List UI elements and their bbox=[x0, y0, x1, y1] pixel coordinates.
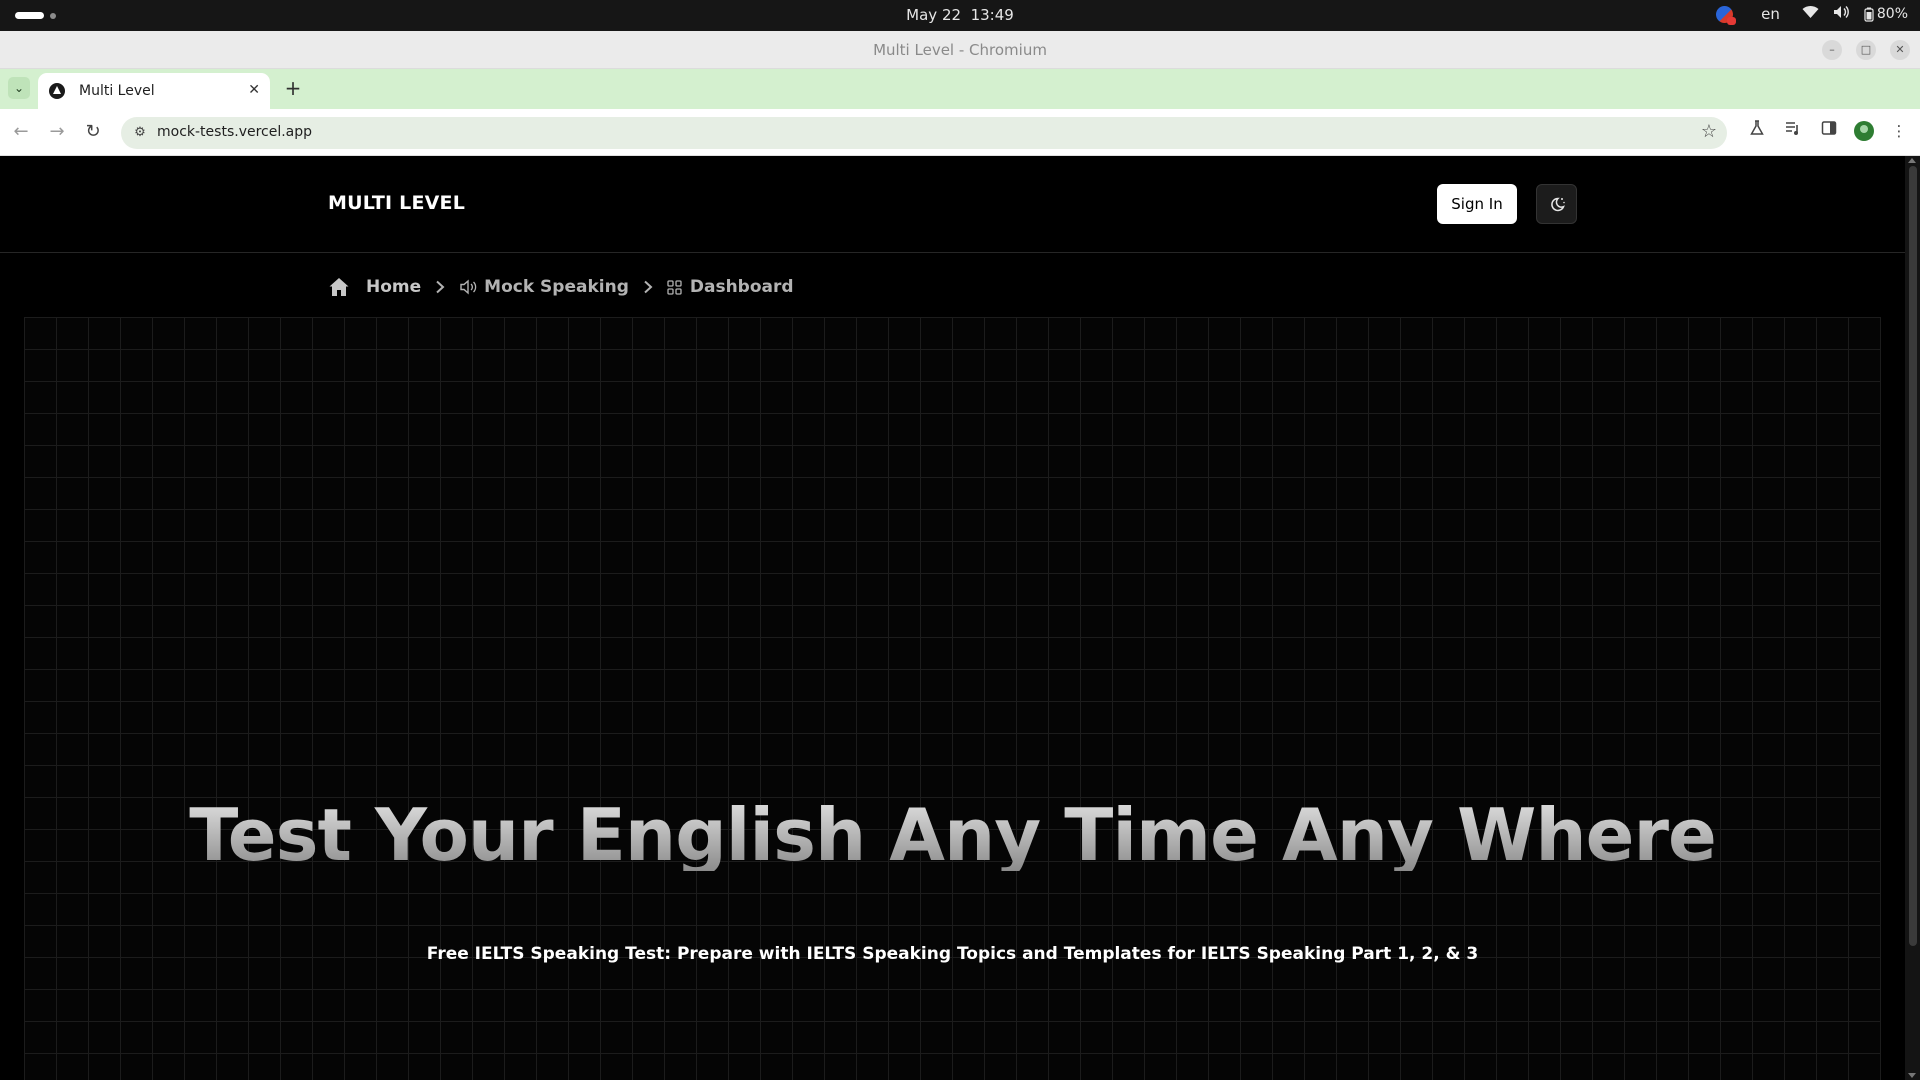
theme-toggle-button[interactable] bbox=[1536, 184, 1577, 224]
site-header: MULTI LEVEL Sign In bbox=[0, 156, 1905, 253]
battery-percent: 80% bbox=[1876, 6, 1908, 22]
home-icon bbox=[329, 278, 349, 296]
volume-icon bbox=[1833, 5, 1850, 23]
theme-toggle-icon bbox=[1551, 197, 1565, 212]
reload-icon[interactable]: ↻ bbox=[82, 121, 104, 143]
url-text[interactable]: mock-tests.vercel.app bbox=[157, 124, 312, 140]
favicon-icon bbox=[49, 83, 65, 99]
chromium-notification-icon[interactable] bbox=[1716, 5, 1737, 25]
speaker-icon bbox=[460, 279, 477, 295]
breadcrumb-mock-speaking-label: Mock Speaking bbox=[484, 277, 629, 297]
wifi-icon bbox=[1802, 5, 1819, 23]
tab-close-icon[interactable]: ✕ bbox=[248, 82, 260, 98]
window-title: Multi Level - Chromium bbox=[873, 41, 1047, 59]
dashboard-grid-icon bbox=[667, 279, 682, 295]
tab-title: Multi Level bbox=[79, 83, 155, 99]
battery-icon: 80% bbox=[1864, 6, 1908, 22]
breadcrumb-dashboard[interactable]: Dashboard bbox=[667, 277, 794, 297]
hero-section: Test Your English Any Time Any Where Fre… bbox=[24, 317, 1881, 1080]
breadcrumb-dashboard-label: Dashboard bbox=[689, 277, 794, 297]
site-logo[interactable]: MULTI LEVEL bbox=[328, 192, 465, 214]
restore-icon[interactable]: □ bbox=[1856, 40, 1876, 60]
page-scrollbar[interactable] bbox=[1905, 156, 1920, 1080]
tab-strip: ⌄ Multi Level ✕ + bbox=[0, 69, 1920, 109]
scroll-down-arrow-icon[interactable] bbox=[1908, 1073, 1916, 1078]
side-panel-icon[interactable] bbox=[1818, 120, 1840, 142]
os-top-bar: May 22 13:49 en 80% bbox=[0, 0, 1920, 31]
labs-flask-icon[interactable] bbox=[1746, 120, 1768, 142]
more-menu-icon[interactable]: ⋮ bbox=[1888, 120, 1910, 142]
breadcrumb: Home Mock Speaking Dashboard bbox=[328, 272, 794, 302]
close-icon[interactable]: ✕ bbox=[1890, 40, 1910, 60]
os-date: May 22 bbox=[906, 6, 962, 24]
scroll-up-arrow-icon[interactable] bbox=[1908, 158, 1916, 163]
hero-subtitle: Free IELTS Speaking Test: Prepare with I… bbox=[426, 944, 1479, 964]
hero-title: Test Your English Any Time Any Where bbox=[24, 799, 1881, 871]
back-arrow-icon[interactable]: ← bbox=[10, 121, 32, 143]
os-time: 13:49 bbox=[970, 6, 1014, 24]
chevron-right-icon bbox=[643, 280, 653, 294]
os-clock[interactable]: May 22 13:49 bbox=[0, 6, 1920, 24]
tab-multi-level[interactable]: Multi Level ✕ bbox=[38, 73, 270, 109]
bookmark-star-icon[interactable]: ☆ bbox=[1701, 121, 1717, 142]
site-info-icon[interactable]: ⚙ bbox=[131, 124, 149, 142]
media-queue-icon[interactable] bbox=[1782, 120, 1804, 142]
sign-in-button[interactable]: Sign In bbox=[1437, 184, 1517, 224]
breadcrumb-mock-speaking[interactable]: Mock Speaking bbox=[459, 277, 629, 297]
browser-toolbar: ← → ↻ ⚙ mock-tests.vercel.app ☆ ⋮ bbox=[0, 109, 1920, 156]
language-indicator[interactable]: en bbox=[1761, 5, 1780, 23]
new-tab-plus-icon[interactable]: + bbox=[282, 77, 304, 99]
breadcrumb-home-label: Home bbox=[366, 277, 422, 297]
minimize-icon[interactable]: – bbox=[1822, 40, 1842, 60]
tab-search-chevron-down-icon[interactable]: ⌄ bbox=[8, 77, 30, 99]
window-controls: – □ ✕ bbox=[1822, 40, 1910, 60]
page-viewport: MULTI LEVEL Sign In Home Mock Speaking D… bbox=[0, 156, 1905, 1080]
forward-arrow-icon[interactable]: → bbox=[46, 121, 68, 143]
toolbar-actions: ⋮ bbox=[1746, 120, 1910, 142]
profile-avatar-icon[interactable] bbox=[1854, 121, 1874, 141]
system-tray[interactable]: en 80% bbox=[1716, 5, 1908, 25]
chevron-right-icon bbox=[435, 280, 445, 294]
breadcrumb-home[interactable]: Home bbox=[328, 276, 421, 298]
scrollbar-thumb[interactable] bbox=[1909, 166, 1917, 946]
window-titlebar[interactable]: Multi Level - Chromium – □ ✕ bbox=[0, 31, 1920, 69]
address-bar[interactable]: ⚙ mock-tests.vercel.app ☆ bbox=[121, 117, 1727, 149]
